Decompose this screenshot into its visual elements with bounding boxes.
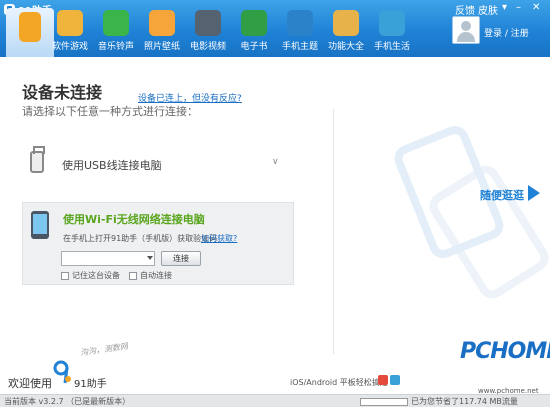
slogan: 沟沟，测数网: [79, 341, 129, 358]
usb-connect-option[interactable]: 使用USB线连接电脑 ∨: [22, 145, 294, 185]
wifi-connect-title: 使用Wi-Fi无线网络连接电脑: [63, 213, 205, 226]
usb-connect-label: 使用USB线连接电脑: [62, 159, 162, 172]
theme-icon: [287, 10, 313, 36]
traffic-saved: 已为您节省了117.74 MB流量: [360, 396, 518, 407]
dropdown-arrow-icon[interactable]: [147, 256, 153, 260]
watermark-logo: PCHOME: [460, 339, 550, 364]
wifi-phone-icon: [31, 211, 49, 239]
brand-name: 91助手: [74, 379, 107, 390]
connect-button[interactable]: 连接: [161, 251, 201, 266]
feedback-link[interactable]: 反馈: [455, 2, 475, 17]
usb-plug-icon: [30, 146, 45, 173]
life-icon: [379, 10, 405, 36]
arrow-right-icon[interactable]: [528, 185, 540, 201]
platform-support-text: iOS/Android 平板轻松搞定: [290, 378, 388, 387]
tencent-weibo-icon[interactable]: [390, 375, 400, 385]
nav-label: 手机生活: [373, 42, 410, 52]
nav-label: 音乐铃声: [97, 42, 134, 52]
status-bar: 当前版本 v3.2.7 （已是最新版本） 已为您节省了117.74 MB流量: [0, 394, 550, 407]
top-nav-bar: 91助手 软件游戏 音乐铃声 照片壁纸 电影视频 电子书 手机主题 功能大全 手…: [0, 0, 550, 57]
nav-features[interactable]: 功能大全: [322, 10, 370, 54]
verification-code-input[interactable]: [61, 251, 155, 266]
photo-icon: [149, 10, 175, 36]
film-icon: [195, 10, 221, 36]
music-icon: [103, 10, 129, 36]
nav-label: 功能大全: [327, 42, 364, 52]
main-panel: 设备未连接 设备已连上，但没有反应? 请选择以下任意一种方式进行连接： 使用US…: [0, 57, 550, 395]
page-title: 设备未连接: [22, 83, 103, 102]
nav-label: 照片壁纸: [143, 42, 180, 52]
apps-icon: [57, 10, 83, 36]
chevron-down-icon[interactable]: ∨: [272, 157, 279, 167]
nav-label: 软件游戏: [51, 42, 88, 52]
minimize-icon[interactable]: –: [516, 2, 521, 13]
vertical-divider: [333, 109, 334, 354]
checkbox-box: [61, 271, 69, 280]
menu-icon[interactable]: ▾: [502, 2, 507, 13]
version-status: 当前版本 v3.2.7 （已是最新版本）: [4, 397, 131, 406]
avatar[interactable]: [452, 16, 480, 44]
nav-ebooks[interactable]: 电子书: [230, 10, 278, 54]
book-icon: [241, 10, 267, 36]
nav-software-games[interactable]: 软件游戏: [46, 10, 94, 54]
weibo-icon[interactable]: [378, 375, 388, 385]
remember-device-label: 记住这台设备: [72, 271, 120, 280]
how-to-get-code-link[interactable]: 如何获取?: [201, 233, 237, 244]
nav-phone-life[interactable]: 手机生活: [368, 10, 416, 54]
traffic-saved-text: 已为您节省了117.74 MB流量: [411, 397, 518, 406]
wifi-code-hint: 在手机上打开91助手（手机版）获取验证码: [63, 234, 218, 243]
nav-label: 电影视频: [189, 42, 226, 52]
toolbox-icon: [333, 10, 359, 36]
checkbox-box: [129, 271, 137, 280]
auto-connect-checkbox[interactable]: 自动连接: [129, 270, 172, 281]
home-device-icon: [19, 12, 41, 42]
nav-photos-wallpapers[interactable]: 照片壁纸: [138, 10, 186, 54]
connect-subtitle: 请选择以下任意一种方式进行连接：: [22, 105, 198, 118]
close-icon[interactable]: ✕: [532, 2, 540, 13]
auto-connect-label: 自动连接: [140, 271, 172, 280]
traffic-progress-bar: [360, 397, 408, 406]
welcome-text: 欢迎使用: [8, 377, 52, 390]
nav-label: 电子书: [240, 42, 268, 52]
brand-91-logo: [53, 360, 71, 384]
wifi-connect-panel: 使用Wi-Fi无线网络连接电脑 在手机上打开91助手（手机版）获取验证码 如何获…: [22, 202, 294, 285]
remember-device-checkbox[interactable]: 记住这台设备: [61, 270, 120, 281]
nav-movies-videos[interactable]: 电影视频: [184, 10, 232, 54]
nav-music-ringtones[interactable]: 音乐铃声: [92, 10, 140, 54]
browse-randomly-link[interactable]: 随便逛逛: [480, 187, 524, 203]
skin-link[interactable]: 皮肤: [478, 2, 498, 17]
login-register-link[interactable]: 登录 / 注册: [484, 26, 529, 39]
nav-label: 手机主题: [281, 42, 318, 52]
nav-phone-themes[interactable]: 手机主题: [276, 10, 324, 54]
